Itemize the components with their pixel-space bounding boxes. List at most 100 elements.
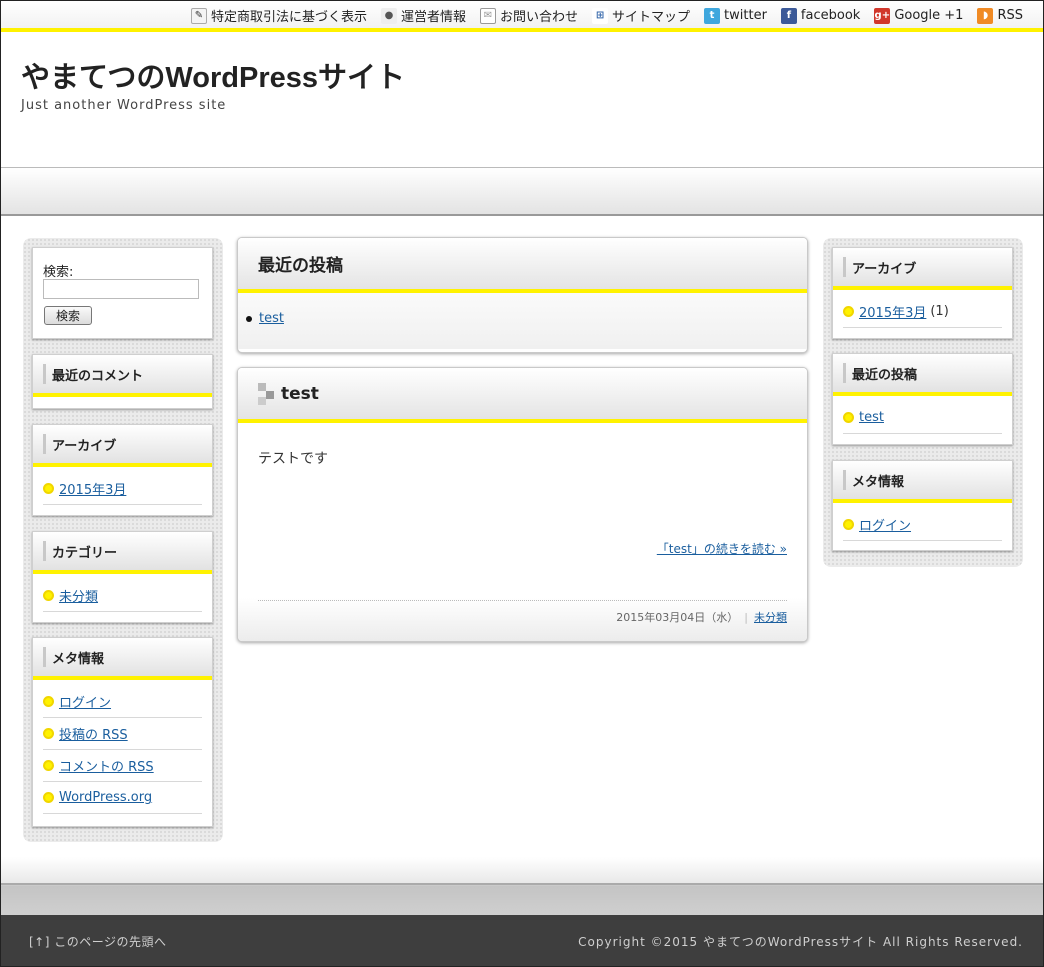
recent-comments-widget: 最近のコメント [32,354,213,409]
sitemap-icon: ⊞ [592,7,609,24]
header-bar [43,434,46,454]
widget-header: 最近の投稿 [833,354,1012,396]
widget-header: 最近のコメント [33,355,212,397]
bullet-icon [43,483,54,494]
footer-band [1,857,1043,915]
site-title[interactable]: やまてつのWordPressサイト [21,54,405,96]
right-meta-widget: メタ情報 ログイン [832,460,1013,551]
bullet-icon [246,315,252,322]
link-contact[interactable]: ✉ お問い合わせ [480,6,578,25]
link-label: サイトマップ [612,10,691,25]
category-link[interactable]: 未分類 [59,586,98,605]
post-category-link[interactable]: 未分類 [754,609,787,625]
rss-icon: ◗ [977,7,994,24]
post-meta: 2015年03月04日（水） | 未分類 [616,609,787,625]
search-input[interactable] [43,279,199,299]
facebook-icon: f [780,7,797,24]
archive-link[interactable]: 2015年3月 [859,302,926,321]
link-tokushoho[interactable]: ✎ 特定商取引法に基づく表示 [190,6,367,25]
right-sidebar: アーカイブ 2015年3月 (1) 最近の投稿 test メタ情報 ログイン [823,238,1023,567]
back-to-top-link[interactable]: [↑] このページの先頭へ [29,933,167,950]
widget-header: アーカイブ [833,248,1012,290]
footer: [↑] このページの先頭へ Copyright ©2015 やまてつのWordP… [1,915,1043,966]
widget-header: メタ情報 [833,461,1012,503]
link-facebook[interactable]: f facebook [780,6,861,25]
read-more-link[interactable]: 「test」の続きを読む » [657,540,787,557]
meta-list: ログイン [833,503,1012,541]
nav-band [1,168,1043,216]
recent-posts-panel: 最近の投稿 test [237,237,808,353]
link-label: お問い合わせ [500,10,579,25]
footer-divider [1,883,1043,885]
bullet-icon [43,760,54,771]
post-panel: test テストです 「test」の続きを読む » 2015年03月04日（水）… [237,367,808,642]
top-links-bar: ✎ 特定商取引法に基づく表示 ● 運営者情報 ✉ お問い合わせ ⊞ サイトマップ… [1,1,1043,32]
header-bar [43,364,46,384]
list-item: test [843,402,1002,434]
header-bar [43,647,46,667]
widget-title: メタ情報 [52,651,105,667]
header-bar [43,541,46,561]
search-button[interactable]: 検索 [44,306,92,325]
link-label: twitter [724,8,767,23]
bullet-icon [843,412,854,423]
widget-title: 最近のコメント [52,368,144,384]
login-link[interactable]: ログイン [859,515,911,534]
meta-separator: | [744,610,748,624]
wordpress-org-link[interactable]: WordPress.org [59,790,152,805]
recent-posts-list: test [833,396,1012,434]
right-recent-posts-widget: 最近の投稿 test [832,353,1013,445]
search-widget: 検索: 検索 [32,247,213,339]
meta-widget: メタ情報 ログイン 投稿の RSS コメントの RSS WordPress.or… [32,637,213,827]
link-label: 運営者情報 [400,10,466,25]
header-bar [843,363,846,383]
memo-icon: ✎ [190,7,207,24]
link-rss[interactable]: ◗ RSS [977,6,1023,25]
archive-link[interactable]: 2015年3月 [59,479,126,498]
recent-posts-body: test [238,293,807,349]
widget-title: アーカイブ [852,261,917,277]
list-item: 投稿の RSS [43,718,202,750]
link-google-plus[interactable]: g+ Google +1 [874,6,963,25]
link-label: 特定商取引法に基づく表示 [210,10,367,25]
comments-rss-link[interactable]: コメントの RSS [59,756,154,775]
site-description: Just another WordPress site [21,98,227,113]
header-bar [843,470,846,490]
post-content: テストです [258,451,328,467]
posts-rss-link[interactable]: 投稿の RSS [59,724,128,743]
bullet-icon [43,728,54,739]
link-operator-info[interactable]: ● 運営者情報 [380,6,466,25]
categories-list: 未分類 [33,574,212,612]
post-header: test [238,368,807,423]
bullet-icon [43,696,54,707]
recent-post-link[interactable]: test [859,410,884,425]
meta-list: ログイン 投稿の RSS コメントの RSS WordPress.org [33,680,212,814]
widget-title: アーカイブ [52,438,117,454]
person-icon: ● [380,7,397,24]
post-title[interactable]: test [281,384,319,404]
bullet-icon [43,792,54,803]
list-item: test [246,311,807,326]
list-item: ログイン [43,686,202,718]
copyright: Copyright ©2015 やまてつのWordPressサイト All Ri… [578,935,1023,949]
link-sitemap[interactable]: ⊞ サイトマップ [592,6,690,25]
link-label: facebook [800,8,861,23]
widget-header: カテゴリー [33,532,212,574]
post-title-icon [258,382,276,405]
archives-list: 2015年3月 (1) [833,290,1012,328]
twitter-icon: t [704,7,721,24]
list-item: ログイン [843,509,1002,541]
archive-count: (1) [930,304,949,319]
panel-title: 最近の投稿 [258,256,343,276]
recent-post-link[interactable]: test [259,311,284,326]
link-twitter[interactable]: t twitter [704,6,767,25]
archives-widget: アーカイブ 2015年3月 [32,424,213,516]
list-item: 未分類 [43,580,202,612]
list-item: コメントの RSS [43,750,202,782]
bullet-icon [843,306,854,317]
login-link[interactable]: ログイン [59,692,111,711]
panel-header: 最近の投稿 [238,238,807,293]
link-label: RSS [997,8,1023,23]
left-sidebar: 検索: 検索 最近のコメント アーカイブ 2015年3月 カテゴリー 未分類 メ… [23,238,223,842]
list-item: 2015年3月 [43,473,202,505]
